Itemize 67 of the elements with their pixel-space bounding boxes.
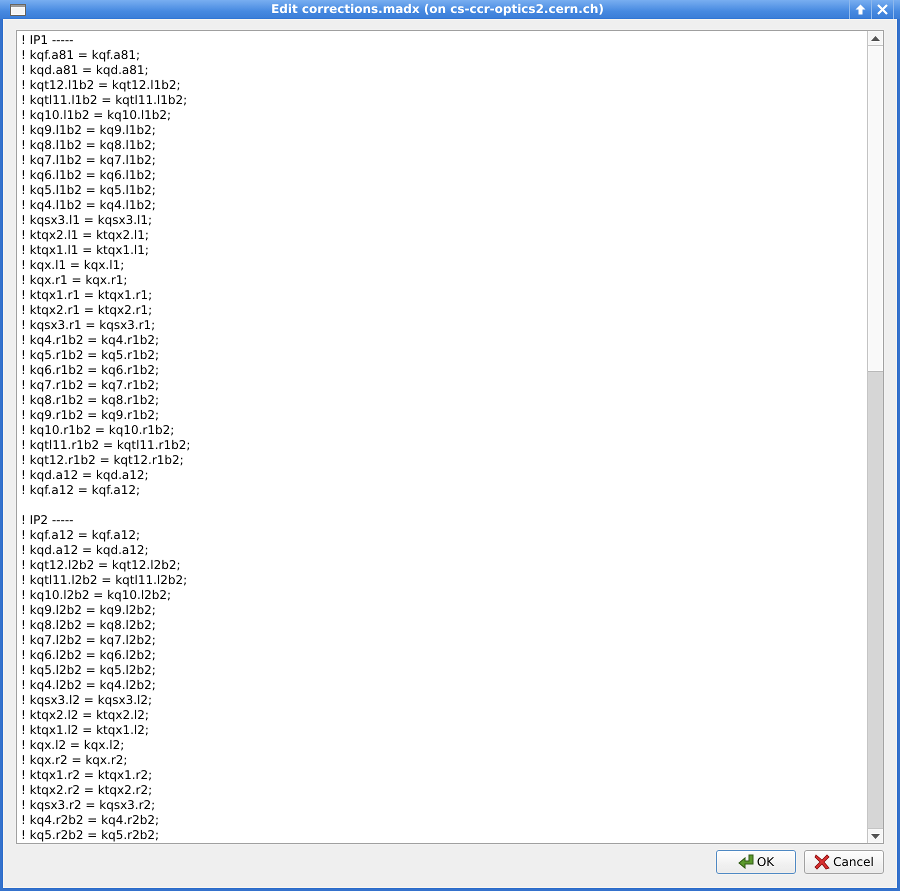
code-line: ! kq5.r1b2 = kq5.r1b2;	[21, 348, 160, 363]
code-line: ! kq7.l2b2 = kq7.l2b2;	[21, 633, 156, 648]
ok-button[interactable]: OK	[716, 850, 796, 874]
code-line: ! kqd.a12 = kqd.a12;	[21, 543, 149, 558]
code-line: ! kq4.l2b2 = kq4.l2b2;	[21, 678, 156, 693]
code-line: ! kq6.l1b2 = kq6.l1b2;	[21, 168, 156, 183]
code-line: ! kq7.l1b2 = kq7.l1b2;	[21, 153, 156, 168]
code-line: ! kq5.l1b2 = kq5.l1b2;	[21, 183, 156, 198]
code-line: ! kqtl11.r1b2 = kqtl11.r1b2;	[21, 438, 190, 453]
cross-icon	[814, 854, 830, 870]
code-line: ! kqtl11.l1b2 = kqtl11.l1b2;	[21, 93, 188, 108]
code-line: ! kq4.r1b2 = kq4.r1b2;	[21, 333, 160, 348]
code-line: ! kqf.a12 = kqf.a12;	[21, 483, 140, 498]
code-line: ! kqsx3.l1 = kqsx3.l1;	[21, 213, 152, 228]
code-line: ! kqx.l1 = kqx.l1;	[21, 258, 124, 273]
code-line: ! kqsx3.r1 = kqsx3.r1;	[21, 318, 156, 333]
triangle-down-icon	[871, 834, 880, 838]
code-line: ! ktqx1.l1 = ktqx1.l1;	[21, 243, 149, 258]
code-line: ! kq9.r1b2 = kq9.r1b2;	[21, 408, 160, 423]
window-menu-icon[interactable]	[10, 4, 26, 16]
code-line: ! kqt12.l2b2 = kqt12.l2b2;	[21, 558, 181, 573]
code-line: ! kq4.l1b2 = kq4.l1b2;	[21, 198, 156, 213]
code-line: ! kqtl11.l2b2 = kqtl11.l2b2;	[21, 573, 188, 588]
cancel-button[interactable]: Cancel	[804, 850, 884, 874]
window-title: Edit corrections.madx (on cs-ccr-optics2.cern.ch)	[271, 2, 604, 17]
code-line: ! kq9.l2b2 = kq9.l2b2;	[21, 603, 156, 618]
code-line: ! kq8.r1b2 = kq8.r1b2;	[21, 393, 160, 408]
code-line: ! ktqx1.r2 = ktqx1.r2;	[21, 768, 152, 783]
code-line: ! kqf.a81 = kqf.a81;	[21, 48, 140, 63]
code-line: ! kq4.r2b2 = kq4.r2b2;	[21, 813, 160, 828]
code-line: ! kq7.r1b2 = kq7.r1b2;	[21, 378, 160, 393]
code-line: ! kqf.a12 = kqf.a12;	[21, 528, 140, 543]
code-line: ! IP1 -----	[21, 33, 74, 48]
code-line: ! kqd.a81 = kqd.a81;	[21, 63, 149, 78]
code-line: ! ktqx2.r2 = ktqx2.r2;	[21, 783, 152, 798]
code-line: ! kqsx3.r2 = kqsx3.r2;	[21, 798, 156, 813]
code-line: ! ktqx1.l2 = ktqx1.l2;	[21, 723, 149, 738]
code-line: ! kqt12.r1b2 = kqt12.r1b2;	[21, 453, 184, 468]
text-editor[interactable]	[16, 30, 884, 844]
close-icon[interactable]	[877, 4, 888, 15]
code-line: ! kq6.l2b2 = kq6.l2b2;	[21, 648, 156, 663]
code-line: ! ktqx1.r1 = ktqx1.r1;	[21, 288, 152, 303]
code-line: ! kqx.l2 = kqx.l2;	[21, 738, 124, 753]
code-line: ! ktqx2.r1 = ktqx2.r1;	[21, 303, 152, 318]
code-line: ! kq9.l1b2 = kq9.l1b2;	[21, 123, 156, 138]
return-arrow-icon	[738, 854, 754, 870]
code-line: ! kq5.l2b2 = kq5.l2b2;	[21, 663, 156, 678]
code-line: ! kq8.l2b2 = kq8.l2b2;	[21, 618, 156, 633]
code-line: ! kq10.l1b2 = kq10.l1b2;	[21, 108, 172, 123]
scroll-down-button[interactable]	[868, 828, 883, 843]
code-line: ! kqd.a12 = kqd.a12;	[21, 468, 149, 483]
code-line: ! kq10.r1b2 = kq10.r1b2;	[21, 423, 174, 438]
arrow-up-icon[interactable]	[855, 4, 866, 15]
code-line: ! kq10.l2b2 = kq10.l2b2;	[21, 588, 172, 603]
code-line: ! kqx.r1 = kqx.r1;	[21, 273, 128, 288]
code-line: ! ktqx2.l1 = ktqx2.l1;	[21, 228, 149, 243]
code-line: ! ktqx2.l2 = ktqx2.l2;	[21, 708, 149, 723]
code-line: ! IP2 -----	[21, 513, 74, 528]
code-line: ! kqx.r2 = kqx.r2;	[21, 753, 128, 768]
code-line: ! kqsx3.l2 = kqsx3.l2;	[21, 693, 152, 708]
triangle-up-icon	[871, 36, 880, 40]
code-line: ! kq5.r2b2 = kq5.r2b2;	[21, 828, 160, 843]
code-line: ! kq8.l1b2 = kq8.l1b2;	[21, 138, 156, 153]
code-line: ! kq6.r1b2 = kq6.r1b2;	[21, 363, 160, 378]
code-line: ! kqt12.l1b2 = kqt12.l1b2;	[21, 78, 181, 93]
scrollbar-thumb[interactable]	[868, 46, 883, 372]
scroll-up-button[interactable]	[868, 31, 883, 46]
